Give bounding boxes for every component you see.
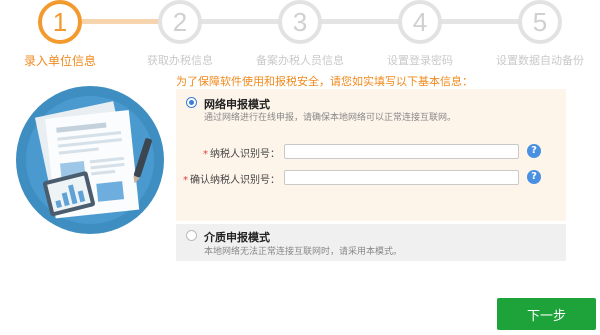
step-2-circle: 2	[158, 0, 202, 44]
step-3-label: 备案办税人员信息	[256, 54, 344, 67]
step-4-label: 设置登录密码	[387, 54, 453, 67]
confirm-tax-id-input[interactable]	[284, 170, 519, 185]
media-mode-panel[interactable]: 介质申报模式 本地网络无法正常连接互联网时，请采用本模式。	[176, 224, 566, 261]
media-mode-radio[interactable]	[186, 230, 197, 241]
step-connector	[200, 19, 282, 24]
confirm-tax-id-label: * 确认纳税人识别号：	[176, 171, 280, 186]
network-mode-radio[interactable]	[186, 97, 197, 108]
step-1-circle: 1	[38, 0, 82, 44]
step-connector	[440, 19, 522, 24]
required-mark: *	[183, 175, 188, 186]
document-chart-illustration	[16, 86, 164, 234]
step-connector	[82, 19, 162, 24]
step-3-circle: 3	[278, 0, 322, 44]
next-step-button[interactable]: 下一步	[497, 298, 596, 330]
confirm-tax-id-label-text: 确认纳税人识别号：	[190, 175, 280, 186]
step-5-circle: 5	[518, 0, 562, 44]
step-5-label: 设置数据自动备份	[496, 54, 584, 67]
step-1-label: 录入单位信息	[23, 54, 96, 68]
network-mode-desc: 通过网络进行在线申报，请确保本地网络可以正常连接互联网。	[204, 113, 457, 123]
form-intro-text: 为了保障软件使用和报税安全，请您如实填写以下基本信息：	[176, 75, 473, 88]
network-mode-panel[interactable]: 网络申报模式 通过网络进行在线申报，请确保本地网络可以正常连接互联网。 * 纳税人…	[176, 89, 566, 221]
required-mark: *	[203, 149, 208, 160]
progress-stepper: 1 2 3 4 5 录入单位信息 获取办税信息 备案办税人员信息 设置登录密码 …	[0, 0, 600, 70]
media-mode-desc: 本地网络无法正常连接互联网时，请采用本模式。	[204, 247, 403, 257]
question-circle-icon[interactable]: ?	[527, 144, 541, 158]
tax-id-label: * 纳税人识别号：	[176, 145, 280, 160]
step-connector	[320, 19, 402, 24]
tax-id-label-text: 纳税人识别号：	[210, 149, 280, 160]
step-4-circle: 4	[398, 0, 442, 44]
step-2-label: 获取办税信息	[147, 54, 213, 67]
tax-id-input[interactable]	[284, 144, 519, 159]
question-circle-icon[interactable]: ?	[527, 170, 541, 184]
media-mode-title: 介质申报模式	[204, 231, 270, 244]
